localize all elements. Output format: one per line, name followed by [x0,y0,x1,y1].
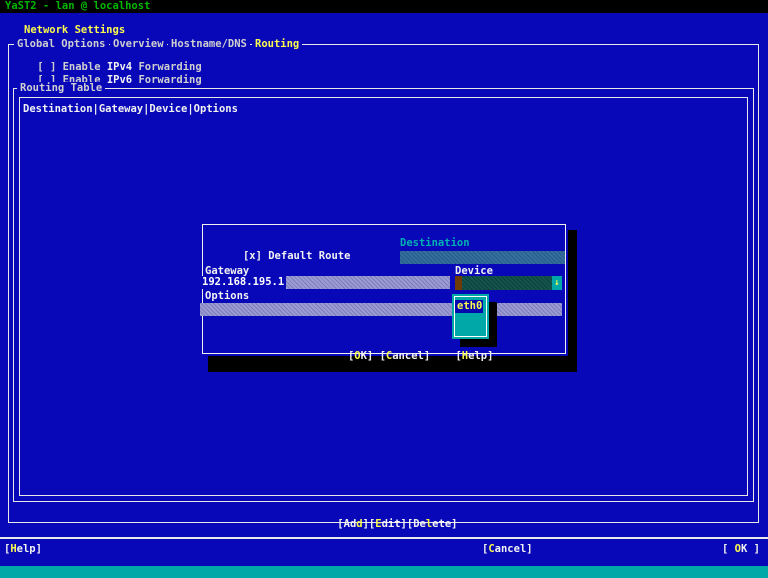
device-dropdown: eth0 [452,294,489,339]
bottom-ok-pre: [ [722,543,735,555]
bottom-ok-button[interactable]: [ OK ] [722,543,760,556]
dialog-shadow-right [568,230,577,356]
bottom-cancel-button[interactable]: [Cancel] [482,543,533,556]
add-pre: [Ad [337,518,357,530]
dialog-cancel-button[interactable]: [Cancel] [380,350,431,362]
ipv6-label-hot: IPv6 [106,74,133,86]
device-combobox[interactable]: ↓ [455,276,562,290]
dropdown-item-eth0[interactable]: eth0 [455,300,483,313]
edit-post: dit] [381,518,407,530]
default-route-box: [x] [242,250,262,262]
window-title: YaST2 - lan @ localhost [5,0,151,12]
gateway-value: 192.168.195.1 [200,276,287,289]
page-title: Network Settings [24,24,126,36]
bottom-strip [0,566,768,578]
dropdown-shadow-bottom [460,339,497,347]
bottom-help-post: elp] [16,543,42,555]
gateway-input[interactable]: 192.168.195.1 [200,276,450,289]
dialog-cancel-post: ancel] [392,350,431,362]
window-titlebar: YaST2 - lan @ localhost [0,0,768,13]
default-route-label: Default Route [261,250,351,262]
delete-button[interactable]: [Delete] [407,518,458,530]
routing-table-header: Destination|Gateway|Device|Options [23,103,238,115]
dialog-help-button[interactable]: [Help] [455,350,493,362]
route-edit-dialog: [x] Default Route Destination Gateway 19… [200,222,568,362]
add-button[interactable]: [Add] [337,518,369,530]
dialog-ok-button[interactable]: [OK] [348,350,373,362]
destination-input[interactable] [400,251,565,264]
delete-post: ete] [432,518,458,530]
bottom-separator-line [0,537,768,539]
bottom-help-button[interactable]: [Help] [4,543,42,556]
options-input[interactable] [200,303,562,316]
destination-label: Destination [400,237,470,249]
dropdown-arrow-icon[interactable]: ↓ [552,276,562,290]
delete-pre: [De [406,518,426,530]
dialog-button-gap2 [430,350,455,362]
bottom-cancel-post: ancel] [494,543,533,555]
ipv6-label-post: Forwarding [132,74,202,86]
bottom-ok-post: K ] [740,543,760,555]
yast-screen: YaST2 - lan @ localhost Network Settings… [0,0,768,578]
tab-routing[interactable]: Routing [252,38,303,51]
edit-button[interactable]: [Edit] [369,518,407,530]
options-label: Options [205,290,250,302]
dialog-ok-post: K] [360,350,374,362]
dialog-help-post: elp] [468,350,494,362]
routing-table-frame-label: Routing Table [17,82,106,95]
combo-cursor [455,276,462,290]
